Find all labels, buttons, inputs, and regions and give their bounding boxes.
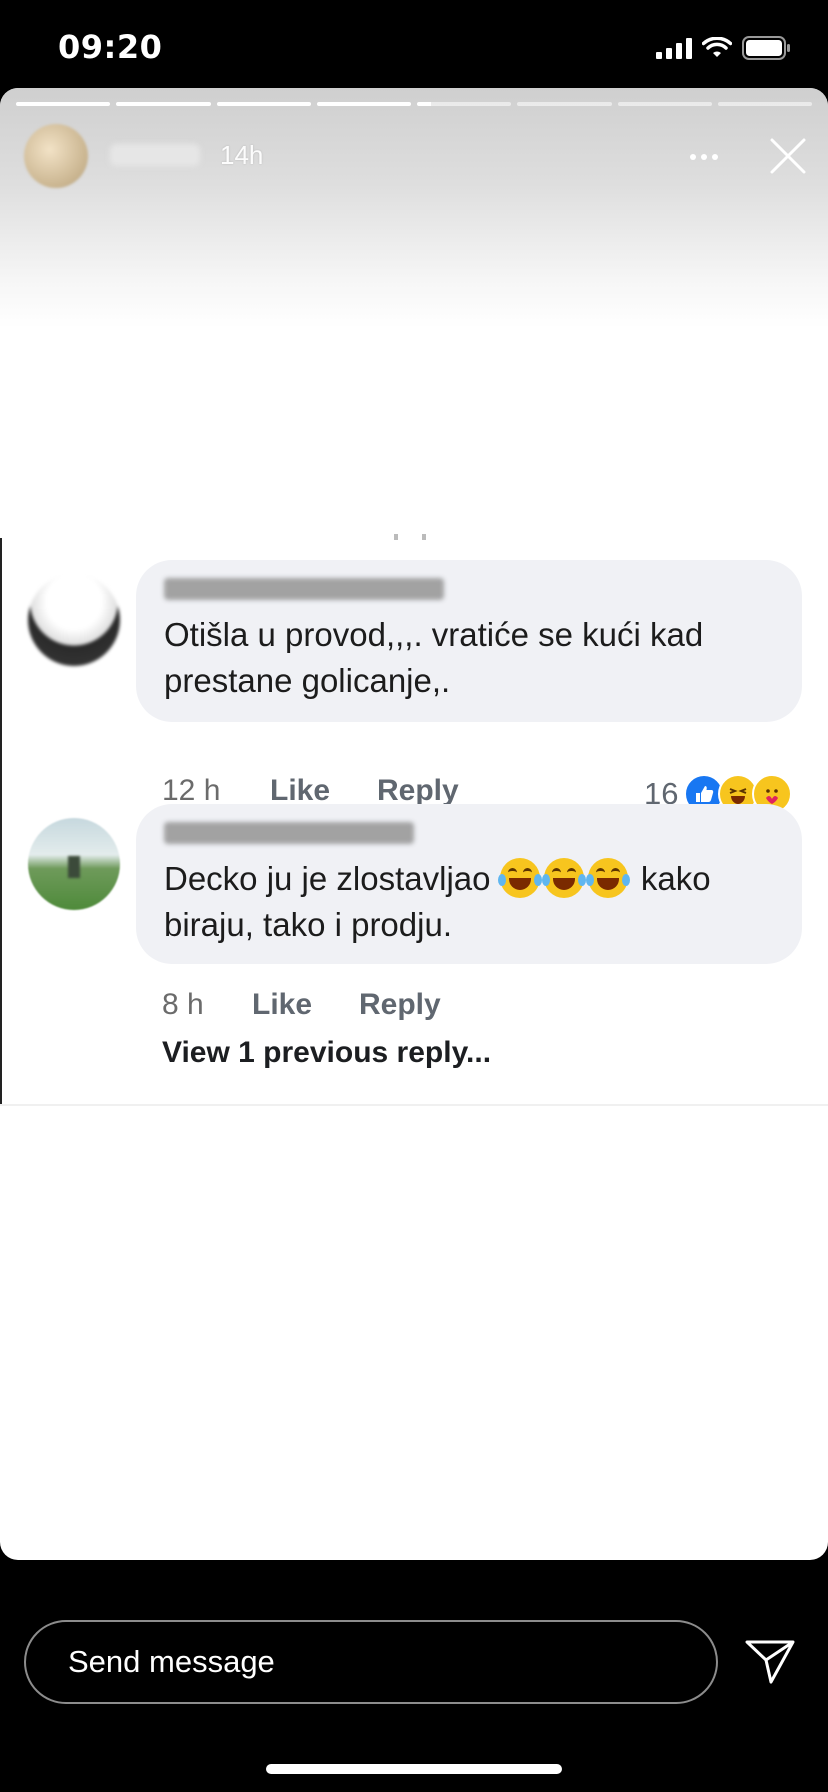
commenter-avatar <box>28 818 120 910</box>
battery-icon <box>742 36 790 60</box>
shared-comment-screenshot: Otišla u provod,,,. vratiće se kući kad … <box>0 534 828 1106</box>
comment-bubble: Otišla u provod,,,. vratiće se kući kad … <box>136 560 802 722</box>
comment-time: 12 h <box>162 774 221 807</box>
story-progress-bar <box>16 102 812 106</box>
story-header-gradient <box>0 88 828 328</box>
like-link: Like <box>252 988 313 1021</box>
story-owner-avatar[interactable] <box>24 124 88 188</box>
send-icon[interactable] <box>744 1638 796 1686</box>
story-owner-name-blurred[interactable] <box>110 144 200 166</box>
story-progress-segment <box>16 102 111 106</box>
story-progress-segment <box>717 102 812 106</box>
comment-time: 8 h <box>162 988 204 1021</box>
story-progress-segment <box>417 102 512 106</box>
story-progress-segment <box>316 102 411 106</box>
send-message-input[interactable]: Send message <box>24 1620 718 1704</box>
story-progress-segment <box>517 102 612 106</box>
commenter-avatar <box>28 574 120 666</box>
home-indicator <box>266 1764 562 1774</box>
send-message-placeholder: Send message <box>68 1644 275 1679</box>
status-bar: 09:20 <box>0 0 828 88</box>
like-link: Like <box>270 774 331 807</box>
comment-text: Decko ju je zlostavljao kako biraju, tak… <box>164 858 711 943</box>
close-icon[interactable] <box>768 136 808 176</box>
clock: 09:20 <box>58 28 163 66</box>
laughing-tears-emoji <box>497 858 542 898</box>
reply-link: Reply <box>359 988 441 1021</box>
commenter-name-blurred <box>164 578 444 600</box>
commenter-name-blurred <box>164 822 414 844</box>
reply-link: Reply <box>377 774 459 807</box>
laughing-tears-emoji <box>585 858 630 898</box>
more-options-button[interactable] <box>690 154 718 160</box>
story-progress-segment <box>116 102 211 106</box>
story-progress-segment <box>617 102 712 106</box>
story-timestamp: 14h <box>220 140 264 170</box>
story-progress-segment <box>216 102 311 106</box>
story-card[interactable]: 14h Otišla u provod,,,. vratiće se kući … <box>0 88 828 1560</box>
cellular-signal-icon <box>656 37 692 59</box>
view-previous-replies: View 1 previous reply... <box>162 1036 492 1069</box>
wifi-icon <box>702 37 732 57</box>
laughing-tears-emoji <box>541 858 586 898</box>
comment-bubble: Decko ju je zlostavljao kako biraju, tak… <box>136 804 802 964</box>
status-icons <box>656 36 792 60</box>
comment-text: Otišla u provod,,,. vratiće se kući kad … <box>164 616 704 699</box>
